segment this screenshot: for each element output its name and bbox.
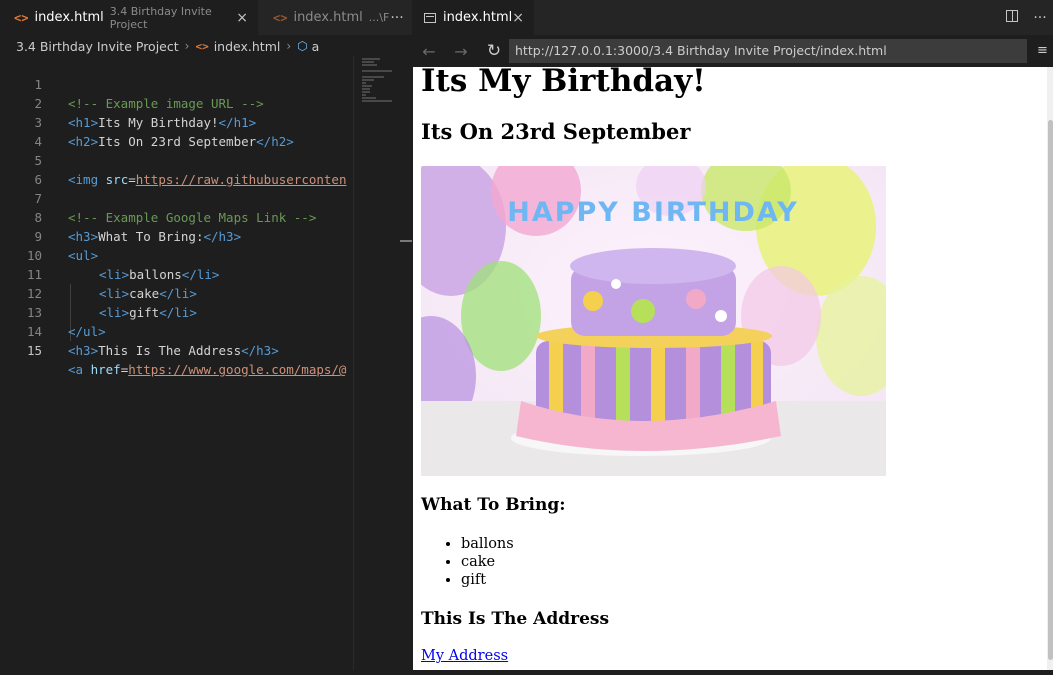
tab-description: 3.4 Birthday Invite Project [109, 4, 212, 31]
minimap-line [362, 61, 374, 63]
birthday-cake-image: HAPPY BIRTHDAY [421, 166, 886, 476]
scrollbar-cursor-marker [400, 240, 412, 242]
breadcrumb-symbol[interactable]: a [312, 39, 320, 54]
code-line[interactable]: 9 <ul> [0, 208, 353, 263]
page-heading-address: This Is The Address [421, 609, 610, 629]
list-item: gift [461, 571, 514, 589]
minimap-line [362, 79, 374, 81]
list-item: cake [461, 553, 514, 571]
html-file-icon: <> [14, 10, 29, 25]
list-item: ballons [461, 535, 514, 553]
breadcrumb: 3.4 Birthday Invite Project › <> index.h… [0, 35, 412, 57]
code-line[interactable]: 14 <h3>This Is The Address</h3> [0, 303, 353, 358]
code-line[interactable]: 10 <li>ballons</li> [0, 227, 353, 282]
code-attribute: href [90, 362, 121, 377]
page-viewport: Its My Birthday! Its On 23rd September H… [413, 67, 1047, 670]
code-line-current[interactable]: 15 <a href=https://www.google.com/maps/@ [0, 322, 353, 377]
split-editor-icon[interactable] [1006, 10, 1018, 22]
tab-label: index.html [442, 10, 513, 25]
tab-preview-index-html[interactable]: index.html × [413, 0, 534, 35]
page-heading-h2: Its On 23rd September [421, 119, 691, 144]
cake-illustration: HAPPY BIRTHDAY [421, 166, 886, 476]
tab-label: index.html [34, 10, 104, 25]
code-line[interactable]: 11 <li>cake</li> [0, 246, 353, 301]
html-file-icon: <> [195, 39, 209, 53]
reload-icon[interactable]: ↻ [483, 40, 505, 62]
code-line[interactable]: 2 <h1>Its My Birthday!</h1> [0, 75, 353, 130]
code-line[interactable]: 13 </ul> [0, 284, 353, 339]
breadcrumb-file[interactable]: index.html [214, 39, 281, 54]
close-icon[interactable]: × [236, 10, 248, 26]
url-bar[interactable]: http://127.0.0.1:3000/3.4 Birthday Invit… [509, 39, 1027, 63]
browser-preview: index.html × ··· ← → ↻ http://127.0.0.1:… [413, 0, 1053, 675]
minimap-line [362, 100, 392, 102]
minimap[interactable] [353, 56, 401, 675]
code-line[interactable]: 8 <h3>What To Bring:</h3> [0, 189, 353, 244]
code-tag: </h3> [241, 343, 279, 358]
code-line[interactable]: 12 <li>gift</li> [0, 265, 353, 320]
breadcrumb-folder[interactable]: 3.4 Birthday Invite Project [16, 39, 179, 54]
forward-icon[interactable]: → [450, 40, 472, 62]
code-line[interactable]: 6 [0, 151, 353, 187]
bring-list: ballons cake gift [421, 535, 514, 589]
line-number: 15 [26, 343, 42, 358]
minimap-line [362, 64, 377, 66]
preview-tab-bar: index.html × ··· [413, 0, 1053, 35]
minimap-line [362, 76, 384, 78]
code-area[interactable]: 1 <!-- Example image URL --> 2 <h1>Its M… [0, 56, 353, 675]
back-icon[interactable]: ← [418, 40, 440, 62]
code-tag: <a [68, 362, 91, 377]
minimap-line [362, 97, 376, 99]
code-line[interactable]: 5 <img src=https://raw.githubuserconten [0, 132, 353, 187]
chevron-right-icon: › [286, 39, 292, 53]
preview-scrollbar-thumb[interactable] [1048, 120, 1053, 660]
page-heading-h1: Its My Birthday! [421, 67, 706, 99]
minimap-line [362, 70, 392, 72]
code-line[interactable]: 3 <h2>Its On 23rd September</h2> [0, 94, 353, 149]
tab-index-html-inactive[interactable]: <> index.html ...\F [259, 0, 389, 35]
code-editor: <> index.html 3.4 Birthday Invite Projec… [0, 0, 412, 675]
minimap-line [362, 94, 366, 96]
code-line[interactable]: 1 <!-- Example image URL --> [0, 56, 353, 111]
page-heading-what-to-bring: What To Bring: [421, 495, 566, 515]
code-string-link[interactable]: https://www.google.com/maps/@ [128, 362, 346, 377]
code-line[interactable]: 4 [0, 113, 353, 149]
editor-scrollbar[interactable] [400, 56, 412, 675]
html-file-icon: <> [273, 10, 288, 25]
minimap-line [362, 58, 380, 60]
tab-label: index.html [293, 10, 363, 25]
address-link[interactable]: My Address [421, 648, 508, 664]
minimap-line [362, 88, 370, 90]
bottom-strip [0, 670, 1053, 675]
tab-index-html-active[interactable]: <> index.html 3.4 Birthday Invite Projec… [0, 0, 259, 35]
menu-icon[interactable]: ≡ [1037, 44, 1049, 57]
code-text: This Is The Address [98, 343, 242, 358]
code-tag: <h3> [68, 343, 99, 358]
browser-nav-bar: ← → ↻ http://127.0.0.1:3000/3.4 Birthday… [413, 35, 1053, 67]
close-icon[interactable]: × [512, 10, 524, 26]
more-actions-icon[interactable]: ··· [1027, 0, 1053, 35]
minimap-line [362, 82, 366, 84]
symbol-cube-icon: ⬡ [297, 39, 308, 53]
editor-tab-bar: <> index.html 3.4 Birthday Invite Projec… [0, 0, 412, 35]
code-line[interactable]: 7 <!-- Example Google Maps Link --> [0, 170, 353, 225]
preview-icon [424, 12, 436, 23]
minimap-line [362, 91, 370, 93]
more-actions-icon[interactable]: ··· [382, 0, 412, 35]
cake-candle-text: HAPPY BIRTHDAY [507, 197, 799, 228]
minimap-line [362, 85, 372, 87]
chevron-right-icon: › [184, 39, 190, 53]
